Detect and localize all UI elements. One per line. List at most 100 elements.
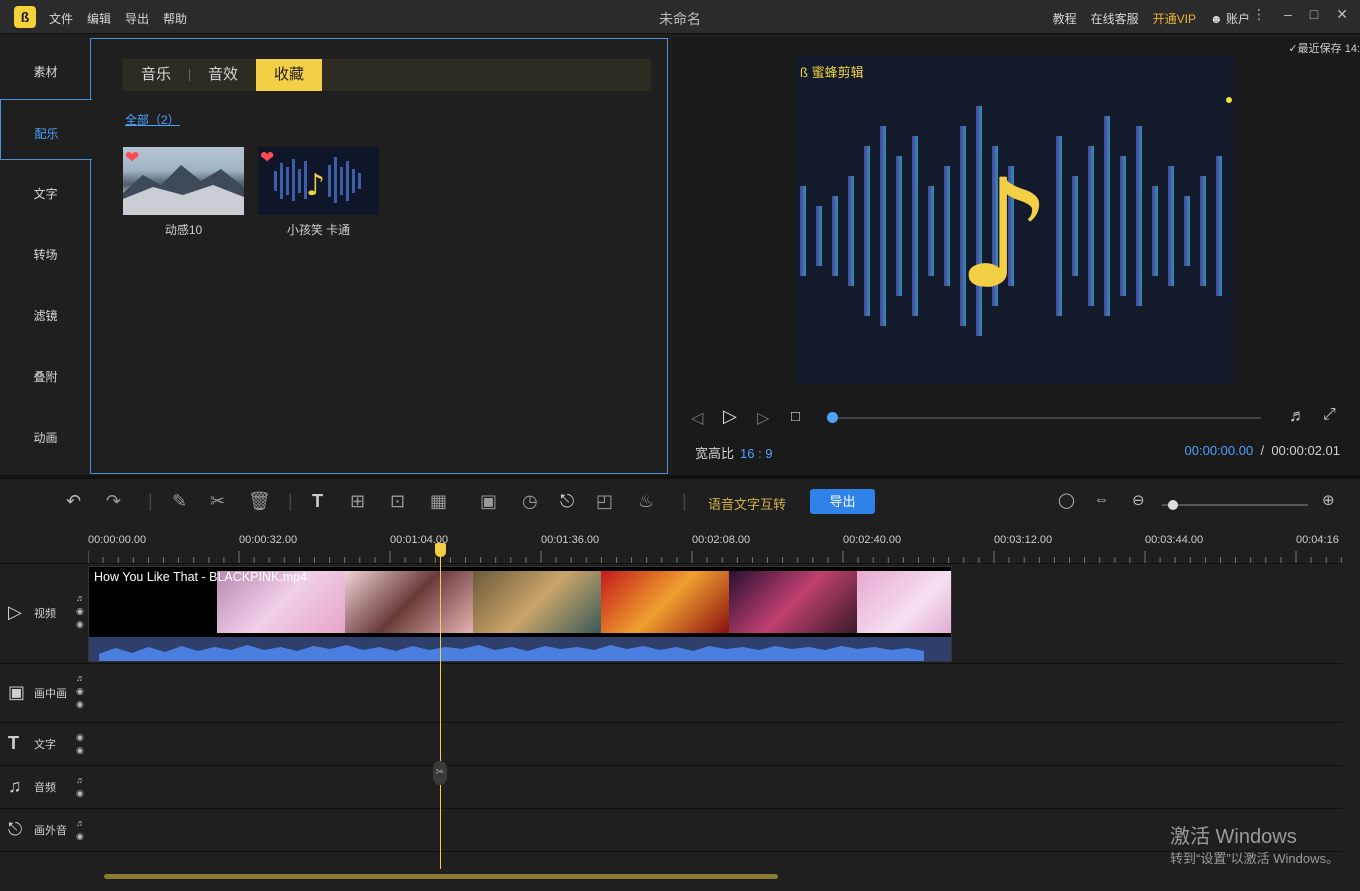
account-button[interactable]: ☻ 账户 xyxy=(1210,10,1250,27)
heart-icon[interactable]: ❤ xyxy=(125,149,139,166)
mute-icon[interactable]: ♬ xyxy=(76,672,85,685)
music-note-icon: ♫ xyxy=(8,776,22,796)
eye-icon[interactable]: ◉ xyxy=(76,744,84,757)
transform-icon[interactable]: ⊡ xyxy=(390,491,405,512)
frame-icon[interactable]: ▣ xyxy=(480,491,497,512)
card-label: 动感10 xyxy=(164,223,203,237)
track-header: T 文字 xyxy=(8,733,56,754)
track-label: 画外音 xyxy=(34,824,67,837)
close-icon[interactable]: ✕ xyxy=(1336,6,1348,23)
tab-favorites[interactable]: 收藏 xyxy=(256,59,323,91)
time-ruler[interactable]: 00:00:00.00 00:00:32.00 00:01:04.00 00:0… xyxy=(88,529,1342,563)
menu-export[interactable]: 导出 xyxy=(125,10,149,27)
video-clip[interactable]: How You Like That - BLACKPINK.mp4 xyxy=(88,566,952,662)
sidenav-transition[interactable]: 转场 xyxy=(0,221,91,282)
more-icon[interactable]: ⋮ xyxy=(1252,6,1266,23)
mute-icon[interactable]: ♬ xyxy=(76,774,85,787)
track-controls: ♬ ◉ ◉ xyxy=(76,592,85,631)
time-display: 00:00:00.00 / 00:00:02.01 xyxy=(1185,443,1340,458)
music-card[interactable]: ♪ ❤ 小孩笑 卡通 xyxy=(258,147,379,238)
paint-icon[interactable]: ♨ xyxy=(638,491,654,512)
record-screen-icon[interactable]: ◰ xyxy=(596,491,613,512)
lock-icon[interactable]: ◉ xyxy=(76,830,85,843)
progress-track[interactable] xyxy=(829,417,1261,419)
zoom-handle[interactable] xyxy=(1168,500,1178,510)
lock-icon[interactable]: ◉ xyxy=(76,605,85,618)
tutorial-link[interactable]: 教程 xyxy=(1053,10,1077,27)
eye-icon[interactable]: ◉ xyxy=(76,618,85,631)
heart-icon[interactable]: ❤ xyxy=(260,149,274,166)
speed-icon[interactable]: ◷ xyxy=(522,491,538,512)
activate-windows-hint: 转到“设置”以激活 Windows。 xyxy=(1170,851,1340,866)
video-preview[interactable]: ß 蜜蜂剪辑 ♪ xyxy=(796,56,1234,384)
speech-text-convert-button[interactable]: 语音文字互转 xyxy=(708,494,786,513)
sidenav-material[interactable]: 素材 xyxy=(0,38,91,99)
all-filter-link[interactable]: 全部（2） xyxy=(125,111,180,128)
track-header: ▷ 视频 xyxy=(8,602,56,623)
preview-panel: ✓最近保存 14: ß 蜜蜂剪辑 ♪ ◁ ▷ ▷ □ ♬ ⤢ 宽高比 16: … xyxy=(671,38,1360,474)
mosaic-icon[interactable]: ▦ xyxy=(430,491,447,512)
volume-icon[interactable]: ♬ xyxy=(1289,406,1306,426)
clip-frames xyxy=(217,571,951,633)
track-controls: ♬ ◉ xyxy=(76,817,85,843)
ruler-label: 00:03:44.00 xyxy=(1145,534,1204,546)
playhead-handle[interactable] xyxy=(435,543,446,557)
zoom-in-icon[interactable]: ⊕ xyxy=(1322,491,1335,509)
redo-icon[interactable]: ↷ xyxy=(106,491,121,512)
track-label: 画中画 xyxy=(34,687,67,700)
maximize-icon[interactable]: □ xyxy=(1310,6,1318,23)
fullscreen-icon[interactable]: ⤢ xyxy=(1323,406,1336,424)
progress-handle[interactable] xyxy=(827,412,838,423)
fit-width-icon[interactable]: ⇔ xyxy=(1094,491,1109,508)
minimize-icon[interactable]: – xyxy=(1284,6,1292,23)
lock-icon[interactable]: ◉ xyxy=(76,731,84,744)
track-label: 音频 xyxy=(34,781,56,794)
tab-sound-effect[interactable]: 音效 xyxy=(190,59,256,91)
stop-icon[interactable]: □ xyxy=(791,408,800,425)
next-frame-icon[interactable]: ▷ xyxy=(757,408,769,428)
text-tool-icon[interactable]: T xyxy=(312,491,323,512)
crop-icon[interactable]: ⊞ xyxy=(350,491,365,512)
menu-help[interactable]: 帮助 xyxy=(163,10,187,27)
account-label: 账户 xyxy=(1225,12,1250,26)
aspect-ratio[interactable]: 宽高比 16 : 9 xyxy=(695,443,773,462)
mic-icon[interactable]: ⎋ xyxy=(560,491,574,512)
sidenav-filter[interactable]: 滤镜 xyxy=(0,282,91,343)
tab-music[interactable]: 音乐 xyxy=(123,59,189,91)
toolbar-separator: | xyxy=(682,491,687,511)
track-controls: ◉ ◉ xyxy=(76,731,84,757)
play-icon[interactable]: ▷ xyxy=(723,406,737,427)
aspect-label: 宽高比 xyxy=(695,446,735,461)
zoom-out-icon[interactable]: ⊖ xyxy=(1132,491,1145,509)
lock-icon[interactable]: ◉ xyxy=(76,787,85,800)
sidenav-text[interactable]: 文字 xyxy=(0,160,91,221)
scissors-icon[interactable]: ✂ xyxy=(210,491,225,512)
mute-icon[interactable]: ♬ xyxy=(76,592,85,605)
mute-icon[interactable]: ♬ xyxy=(76,817,85,830)
sidenav-overlay[interactable]: 叠附 xyxy=(0,343,91,404)
music-card[interactable]: ❤ 动感10 xyxy=(123,147,244,238)
lock-icon[interactable]: ◉ xyxy=(76,685,85,698)
card-label: 小孩笑 卡通 xyxy=(286,223,351,237)
zoom-slider[interactable] xyxy=(1162,504,1308,506)
sidenav-animation[interactable]: 动画 xyxy=(0,404,91,465)
current-time: 00:00:00.00 xyxy=(1184,443,1254,458)
music-content: 音乐 音效 收藏 全部（2） ❤ 动感10 ♪ ❤ 小孩笑 卡通 xyxy=(90,38,668,474)
sidenav-music[interactable]: 配乐 xyxy=(0,99,92,160)
split-scissors-icon[interactable]: ✂ xyxy=(433,761,447,785)
text-track-icon: T xyxy=(8,733,19,753)
undo-icon[interactable]: ↶ xyxy=(66,491,81,512)
prev-frame-icon[interactable]: ◁ xyxy=(691,408,703,428)
support-link[interactable]: 在线客服 xyxy=(1091,10,1139,27)
horizontal-scrollbar[interactable] xyxy=(104,874,778,879)
export-button[interactable]: 导出 xyxy=(810,489,875,514)
delete-icon[interactable]: 🗑 xyxy=(248,491,271,512)
menu-file[interactable]: 文件 xyxy=(49,10,73,27)
marker-icon[interactable]: ◯ xyxy=(1058,491,1075,509)
vip-link[interactable]: 开通VIP xyxy=(1153,10,1196,27)
eye-icon[interactable]: ◉ xyxy=(76,698,85,711)
waveform-fill xyxy=(99,645,924,661)
menu-edit[interactable]: 编辑 xyxy=(87,10,111,27)
playhead-line[interactable] xyxy=(440,543,441,869)
edit-icon[interactable]: ✎ xyxy=(172,491,187,512)
